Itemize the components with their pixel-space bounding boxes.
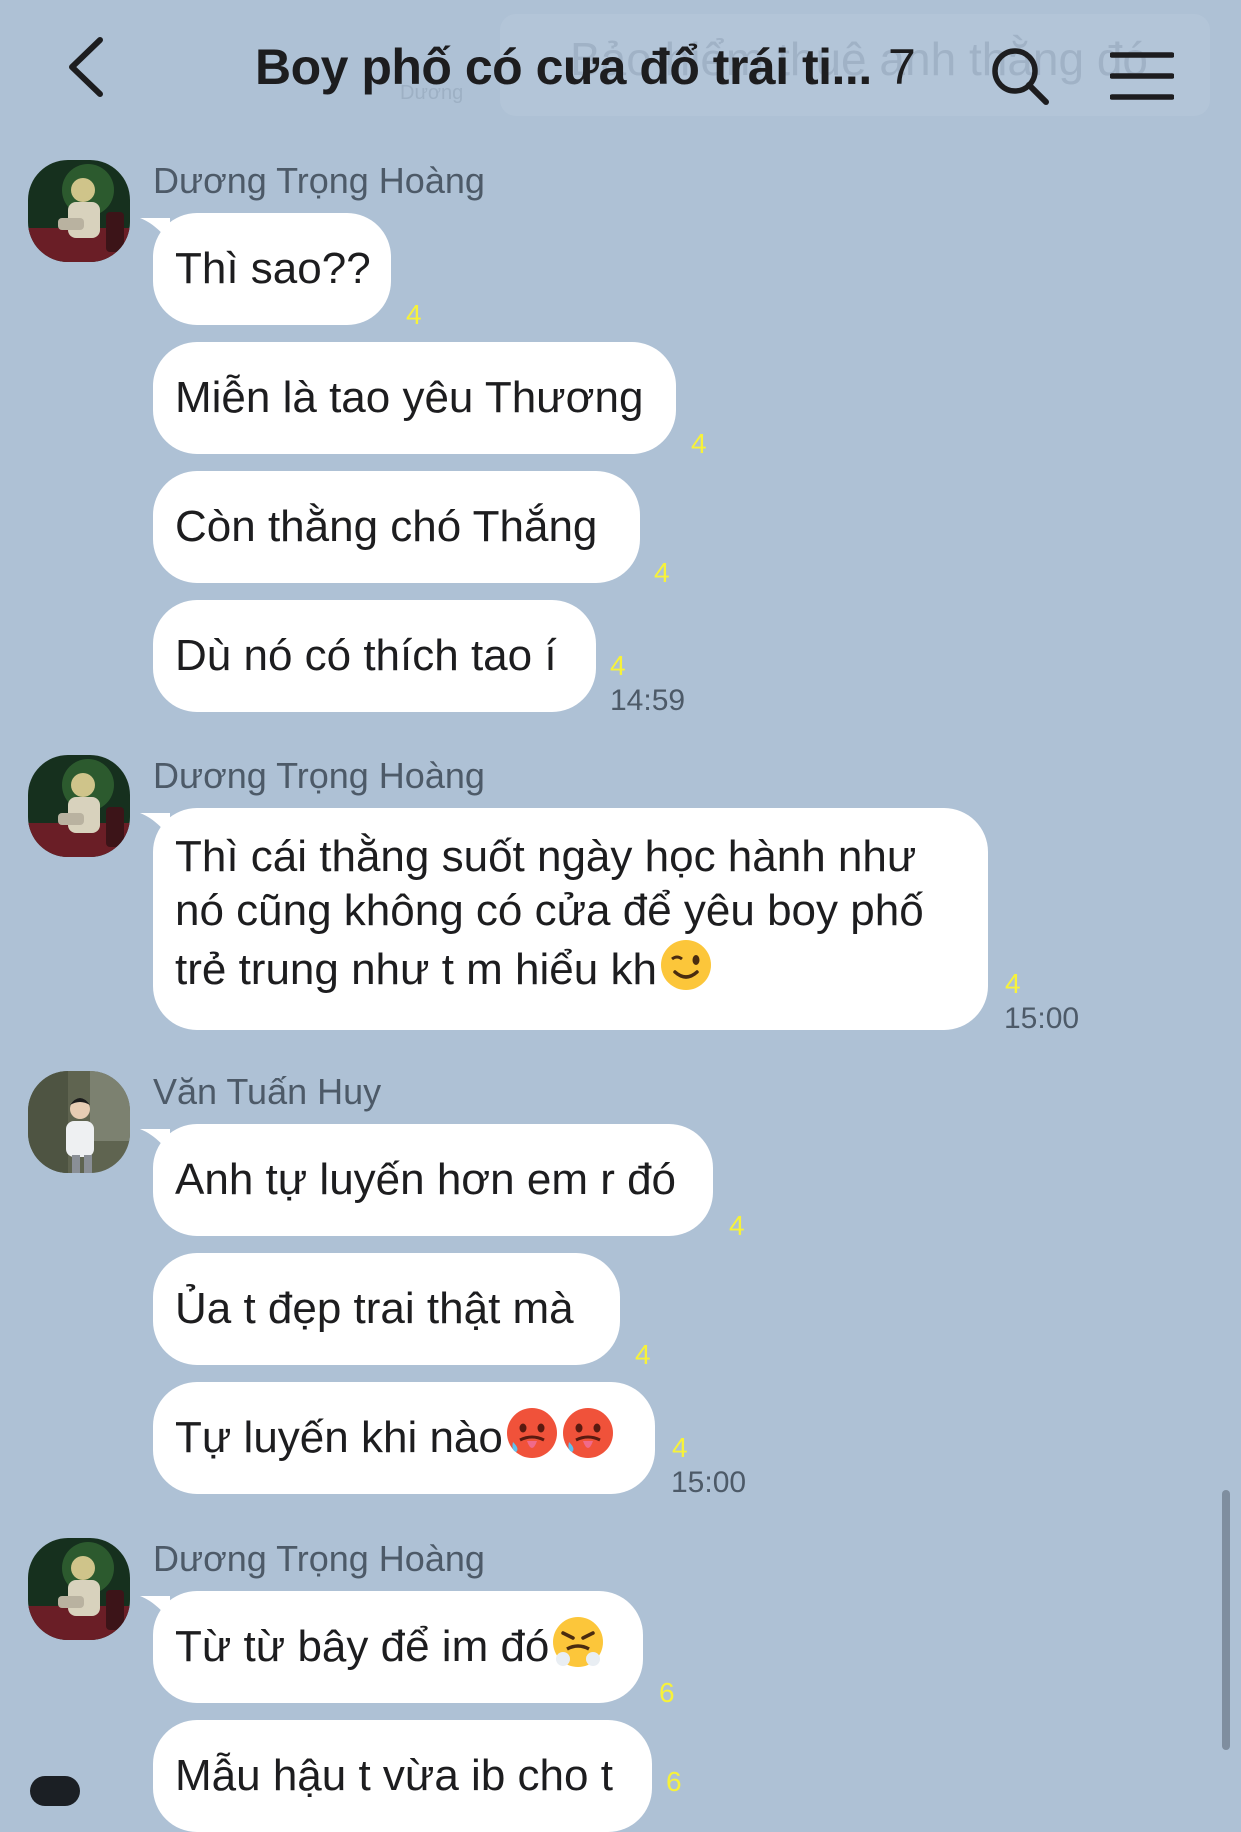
read-count: 4 — [1005, 968, 1021, 999]
message-bubble[interactable]: Dù nó có thích tao í — [153, 600, 596, 712]
back-button[interactable] — [58, 30, 128, 104]
avatar[interactable] — [28, 1071, 130, 1173]
avatar-photo-icon — [28, 1538, 130, 1640]
message-text-line: trẻ trung như t m hiểu kh — [175, 938, 966, 997]
avatar[interactable] — [28, 755, 130, 857]
message-bubble[interactable]: Thì sao?? — [153, 213, 391, 325]
sender-name: Dương Trọng Hoàng — [153, 755, 485, 796]
message-text: Thì sao?? — [175, 244, 371, 293]
avatar[interactable] — [28, 1538, 130, 1640]
message-time: 15:00 — [671, 1466, 747, 1499]
read-count: 4 — [635, 1339, 651, 1370]
message-time: 14:59 — [610, 684, 686, 717]
message-text: Từ từ bây để im đó — [175, 1622, 550, 1671]
message-text: Tự luyến khi nào — [175, 1413, 503, 1462]
read-count: 4 — [729, 1210, 745, 1241]
read-count: 6 — [659, 1677, 675, 1708]
avatar-photo-icon — [28, 755, 130, 857]
message-bubble[interactable]: Miễn là tao yêu Thương — [153, 342, 676, 454]
read-count: 4 — [610, 650, 626, 681]
message-bubble[interactable]: Từ từ bây để im đó — [153, 1591, 643, 1703]
message-text: trẻ trung như t m hiểu kh — [175, 945, 657, 994]
read-count: 4 — [654, 557, 670, 588]
read-count: 4 — [691, 428, 707, 459]
message-text: Anh tự luyến hơn em r đó — [175, 1155, 677, 1204]
search-button[interactable] — [988, 44, 1054, 110]
message-text-line: nó cũng không có cửa để yêu boy phố — [175, 886, 924, 935]
scrollbar[interactable] — [1222, 1490, 1230, 1750]
message-bubble[interactable]: Anh tự luyến hơn em r đó — [153, 1124, 713, 1236]
sender-name: Dương Trọng Hoàng — [153, 1538, 485, 1579]
hot-face-icon — [561, 1406, 615, 1460]
message-time: 15:00 — [1004, 1002, 1080, 1035]
partial-avatar — [30, 1776, 80, 1806]
winking-face-icon — [659, 938, 713, 992]
menu-button[interactable] — [1109, 50, 1175, 102]
read-count: 4 — [406, 299, 422, 330]
avatar-photo-icon — [28, 160, 130, 262]
message-text-line: Thì cái thằng suốt ngày học hành như — [175, 832, 917, 881]
avatar[interactable] — [28, 160, 130, 262]
member-count: 7 — [888, 39, 916, 95]
message-text: Miễn là tao yêu Thương — [175, 373, 644, 422]
message-text: Ủa t đẹp trai thật mà — [175, 1284, 574, 1333]
message-bubble[interactable]: Còn thằng chó Thắng — [153, 471, 640, 583]
message-bubble[interactable]: Thì cái thằng suốt ngày học hành như nó … — [153, 808, 988, 1030]
message-bubble[interactable]: Mẫu hậu t vừa ib cho t — [153, 1720, 652, 1832]
message-text: Mẫu hậu t vừa ib cho t — [175, 1751, 613, 1800]
search-icon — [992, 48, 1049, 105]
read-count: 6 — [666, 1766, 682, 1797]
sender-name: Dương Trọng Hoàng — [153, 160, 485, 201]
message-text: Còn thằng chó Thắng — [175, 502, 598, 551]
message-text: Dù nó có thích tao í — [175, 631, 557, 680]
hot-face-icon — [505, 1406, 559, 1460]
sender-name: Văn Tuấn Huy — [153, 1071, 382, 1112]
hamburger-menu-icon — [1109, 52, 1175, 100]
avatar-photo-icon — [28, 1071, 130, 1173]
chevron-left-icon — [69, 37, 103, 97]
message-bubble[interactable]: Ủa t đẹp trai thật mà — [153, 1253, 620, 1365]
read-count: 4 — [672, 1432, 688, 1463]
chat-header: Bảo hiểm thuê anh thằng đó Dương Boy phố… — [0, 0, 1241, 130]
chat-title: Boy phố có cưa đổ trái ti... — [255, 39, 872, 95]
steam-nose-face-icon — [551, 1615, 605, 1669]
message-bubble[interactable]: Tự luyến khi nào — [153, 1382, 655, 1494]
